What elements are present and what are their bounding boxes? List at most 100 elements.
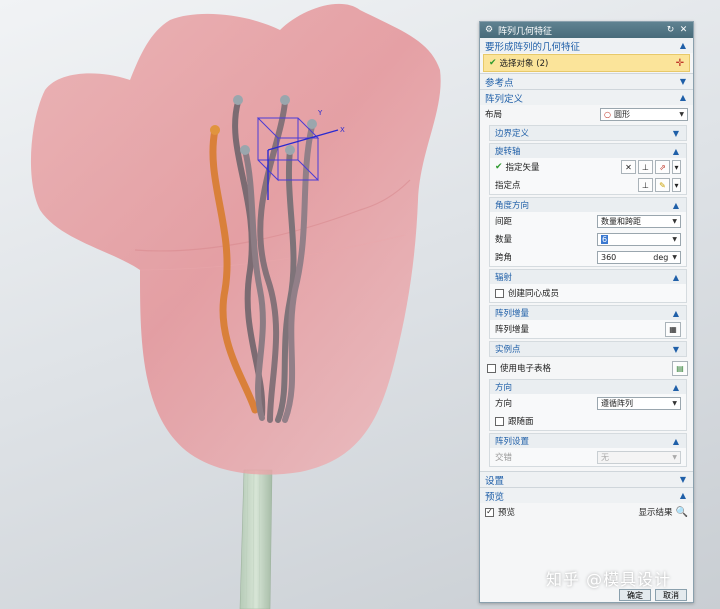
stagger-select[interactable]: 无 ▼ [597,450,681,464]
boundary-header[interactable]: 边界定义 ▼ [490,126,686,140]
spacing-row: 间距 数量和跨距 ▼ [490,212,686,230]
vector-type-icon[interactable]: ⇗ [655,160,670,174]
reset-icon[interactable]: ↻ [665,25,676,35]
chevron-down-icon[interactable]: ▾ [672,160,681,174]
concentric-label: 创建同心成员 [508,289,560,299]
watermark: 知乎 @模具设计 [546,570,672,589]
chevron-up-icon: ▲ [672,382,680,392]
chevron-up-icon: ▲ [679,41,687,50]
concentric-checkbox[interactable] [495,288,504,298]
increment-label: 阵列增量 [495,325,530,335]
angle-direction-subsection: 角度方向 ▲ 间距 数量和跨距 ▼ 数量 6 ▼ 跨角 360 deg ▼ [489,197,687,267]
instance-point-header[interactable]: 实例点 ▼ [490,342,686,356]
chevron-down-icon: ▼ [679,475,687,484]
vector-dialog-icon[interactable]: ⊥ [638,160,653,174]
chevron-up-icon: ▲ [672,200,680,210]
section-pattern-definition-header[interactable]: 阵列定义 ▲ [480,90,693,105]
dialog-titlebar[interactable]: ⚙ 阵列几何特征 ↻ ✕ [480,22,693,38]
radiate-subsection: 辐射 ▲ 创建同心成员 [489,269,687,303]
span-angle-label: 跨角 [495,253,513,263]
section-preview: 预览 ▲ ✓ 预览 显示结果 🔍 [480,488,693,521]
instance-point-subsection: 实例点 ▼ [489,341,687,357]
chevron-down-icon: ▼ [672,253,677,261]
chevron-up-icon: ▲ [679,93,687,102]
increment-icon[interactable]: ▦ [665,321,681,337]
count-row: 数量 6 ▼ [490,230,686,248]
angle-direction-header[interactable]: 角度方向 ▲ [490,198,686,212]
pattern-geometry-dialog[interactable]: ⚙ 阵列几何特征 ↻ ✕ 要形成阵列的几何特征 ▲ ✔ 选择对象 (2) ✛ 参… [479,21,694,603]
section-pattern-definition: 阵列定义 ▲ 布局 ○ 圆形 ▼ 边界定义 ▼ 旋转轴 ▲ ✔ 指定矢量 ✕ ⊥… [480,90,693,472]
check-icon: ✔ [489,58,497,68]
ok-button[interactable]: 确定 [619,589,651,601]
point-type-icon[interactable]: ✎ [655,178,670,192]
vector-row: ✔ 指定矢量 ✕ ⊥ ⇗ ▾ [490,158,686,176]
vector-label: 指定矢量 [505,163,540,173]
chevron-down-icon[interactable]: ▾ [672,178,681,192]
crosshair-icon[interactable]: ✛ [676,58,684,69]
spreadsheet-label: 使用电子表格 [500,364,552,374]
section-settings: 设置 ▼ [480,472,693,488]
section-refpoint: 参考点 ▼ [480,74,693,90]
span-unit: deg [653,252,669,262]
section-preview-header[interactable]: 预览 ▲ [480,488,693,503]
spreadsheet-checkbox[interactable] [487,363,496,373]
point-row: 指定点 ⊥ ✎ ▾ [490,176,686,194]
reverse-direction-icon[interactable]: ✕ [621,160,636,174]
dialog-title: 阵列几何特征 [498,26,553,37]
magnifier-icon[interactable]: 🔍 [676,507,688,518]
count-input[interactable]: 6 ▼ [597,232,681,246]
direction-subsection: 方向 ▲ 方向 遵循阵列 ▼ 跟随面 [489,379,687,431]
direction-label: 方向 [495,399,513,409]
radiate-header[interactable]: 辐射 ▲ [490,270,686,284]
check-icon: ✔ [495,162,503,172]
close-icon[interactable]: ✕ [678,25,689,35]
chevron-up-icon: ▲ [672,272,680,282]
layout-label: 布局 [485,110,503,120]
section-geometry-header[interactable]: 要形成阵列的几何特征 ▲ [480,38,693,53]
span-angle-input[interactable]: 360 deg ▼ [597,250,681,264]
show-result-label[interactable]: 显示结果 [639,506,673,518]
spreadsheet-icon[interactable]: ▤ [672,360,688,376]
increment-row: 阵列增量 ▦ [490,320,686,338]
dialog-buttons: 确定 取消 [480,588,693,602]
direction-select[interactable]: 遵循阵列 ▼ [597,396,681,410]
stagger-row: 交错 无 ▼ [490,448,686,466]
select-object-row[interactable]: ✔ 选择对象 (2) ✛ [483,54,690,72]
count-label: 数量 [495,235,513,245]
rotation-axis-subsection: 旋转轴 ▲ ✔ 指定矢量 ✕ ⊥ ⇗ ▾ 指定点 ⊥ ✎ ▾ [489,143,687,195]
point-label: 指定点 [495,181,521,191]
gear-icon: ⚙ [484,25,494,35]
chevron-up-icon: ▲ [672,436,680,446]
spacing-select[interactable]: 数量和跨距 ▼ [597,214,681,228]
direction-row: 方向 遵循阵列 ▼ [490,394,686,412]
select-object-label: 选择对象 (2) [499,59,549,69]
section-refpoint-header[interactable]: 参考点 ▼ [480,74,693,89]
point-dialog-icon[interactable]: ⊥ [638,178,653,192]
pattern-settings-header[interactable]: 阵列设置 ▲ [490,434,686,448]
chevron-down-icon: ▼ [672,344,680,354]
axis-y-label: Y [317,109,323,117]
circular-icon: ○ [604,109,611,119]
chevron-down-icon: ▼ [679,110,684,118]
span-angle-row: 跨角 360 deg ▼ [490,248,686,266]
increment-header[interactable]: 阵列增量 ▲ [490,306,686,320]
stem [239,469,273,609]
chevron-down-icon: ▼ [672,453,677,461]
increment-subsection: 阵列增量 ▲ 阵列增量 ▦ [489,305,687,339]
follow-face-label: 跟随面 [508,417,534,427]
spreadsheet-row: 使用电子表格 ▤ [480,359,693,377]
follow-face-checkbox[interactable] [495,416,504,426]
rotation-axis-header[interactable]: 旋转轴 ▲ [490,144,686,158]
layout-select[interactable]: ○ 圆形 ▼ [600,107,688,121]
section-settings-header[interactable]: 设置 ▼ [480,472,693,487]
chevron-up-icon: ▲ [672,146,680,156]
follow-face-row: 跟随面 [490,412,686,430]
section-geometry: 要形成阵列的几何特征 ▲ ✔ 选择对象 (2) ✛ [480,38,693,74]
spacing-label: 间距 [495,217,513,227]
preview-checkbox[interactable]: ✓ [485,507,494,517]
stagger-label: 交错 [495,453,513,463]
chevron-down-icon: ▼ [679,77,687,86]
flower-petal [30,3,441,475]
cancel-button[interactable]: 取消 [655,589,687,601]
direction-header[interactable]: 方向 ▲ [490,380,686,394]
